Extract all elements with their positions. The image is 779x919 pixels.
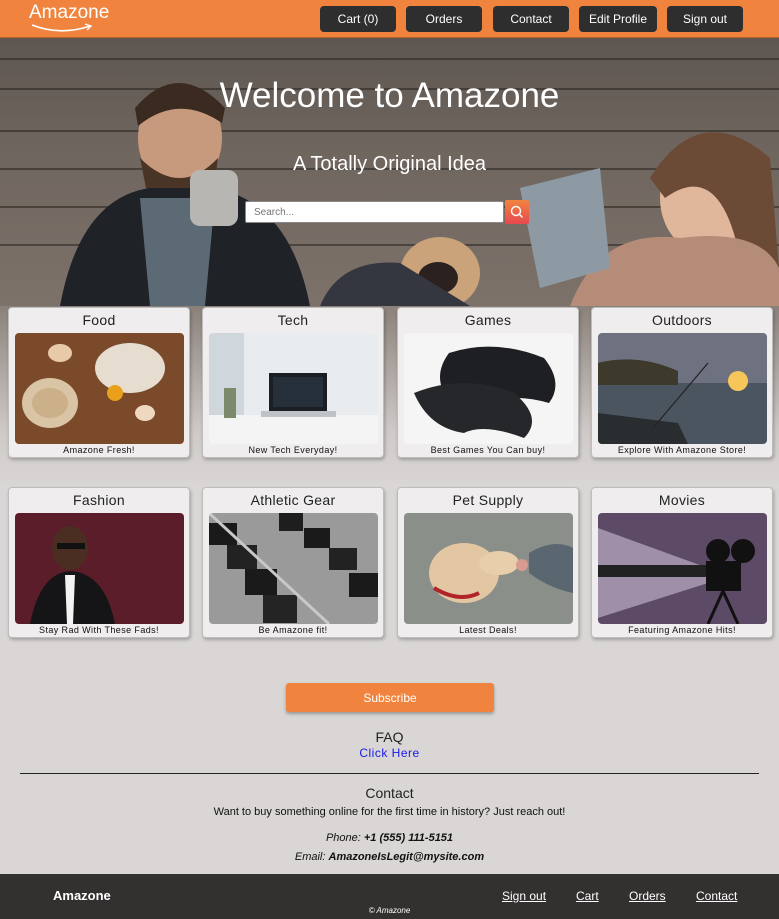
edit-profile-button[interactable]: Edit Profile — [579, 6, 657, 32]
search-icon — [510, 205, 523, 218]
card-caption: Amazone Fresh! — [63, 445, 135, 455]
category-card-food[interactable]: Food Amazone Fresh! — [8, 307, 190, 458]
card-caption: Featuring Amazone Hits! — [628, 625, 736, 635]
search-input[interactable] — [245, 201, 504, 223]
footer-cart-link[interactable]: Cart — [576, 889, 599, 903]
category-card-outdoors[interactable]: Outdoors Explore With Amazone Store! — [591, 307, 773, 458]
orders-button[interactable]: Orders — [406, 6, 482, 32]
faq-link[interactable]: Click Here — [0, 746, 779, 760]
footer-contact-link[interactable]: Contact — [696, 889, 737, 903]
email-address: AmazoneIsLegit@mysite.com — [328, 851, 485, 863]
hero-subtitle: A Totally Original Idea — [292, 153, 487, 175]
tech-image — [209, 333, 378, 444]
footer-orders-link[interactable]: Orders — [629, 889, 666, 903]
card-title: Outdoors — [652, 312, 712, 328]
fashion-image — [15, 513, 184, 624]
search-button[interactable] — [505, 200, 529, 224]
contact-email: Email: AmazoneIsLegit@mysite.com — [0, 851, 779, 863]
food-image — [15, 333, 184, 444]
category-card-athletic-gear[interactable]: Athletic Gear Be Amazone fit! — [202, 487, 384, 638]
hero-banner: Welcome to Amazone A Totally Original Id… — [0, 38, 779, 306]
category-card-tech[interactable]: Tech New Tech Everyday! — [202, 307, 384, 458]
card-caption: Be Amazone fit! — [258, 625, 328, 635]
sign-out-button[interactable]: Sign out — [667, 6, 743, 32]
footer-sign-out-link[interactable]: Sign out — [502, 889, 546, 903]
card-caption: Best Games You Can buy! — [430, 445, 546, 455]
footer: Amazone Sign out Cart Orders Contact © A… — [0, 874, 779, 919]
cart-button[interactable]: Cart (0) — [320, 6, 396, 32]
faq-heading: FAQ — [375, 729, 404, 745]
games-image — [404, 333, 573, 444]
top-navbar: Amazone Cart (0) Orders Contact Edit Pro… — [0, 0, 779, 38]
category-card-movies[interactable]: Movies Featuring Amazone Hits! — [591, 487, 773, 638]
phone-label: Phone: — [325, 832, 364, 844]
contact-heading: Contact — [365, 785, 414, 801]
category-card-games[interactable]: Games Best Games You Can buy! — [397, 307, 579, 458]
email-label: Email: — [294, 851, 329, 863]
card-caption: New Tech Everyday! — [248, 445, 338, 455]
contact-phone: Phone: +1 (555) 111-5151 — [0, 832, 779, 844]
movies-image — [598, 513, 767, 624]
divider — [20, 773, 759, 774]
card-caption: Latest Deals! — [459, 625, 517, 635]
card-caption: Explore With Amazone Store! — [617, 445, 747, 455]
subscribe-button[interactable]: Subscribe — [286, 683, 494, 712]
card-title: Tech — [277, 312, 309, 328]
card-caption: Stay Rad With These Fads! — [39, 625, 159, 635]
footer-copyright: © Amazone — [368, 906, 411, 915]
card-title: Food — [82, 312, 116, 328]
footer-brand: Amazone — [53, 888, 111, 903]
category-card-fashion[interactable]: Fashion Stay Rad With These Fads! — [8, 487, 190, 638]
contact-button[interactable]: Contact — [493, 6, 569, 32]
logo[interactable]: Amazone — [29, 2, 109, 24]
card-title: Fashion — [73, 492, 125, 508]
outdoors-image — [598, 333, 767, 444]
pet-supply-image — [404, 513, 573, 624]
card-title: Pet Supply — [452, 492, 524, 508]
athletic-gear-image — [209, 513, 378, 624]
card-title: Athletic Gear — [250, 492, 336, 508]
contact-text: Want to buy something online for the fir… — [213, 806, 566, 818]
card-title: Games — [464, 312, 512, 328]
category-card-pet-supply[interactable]: Pet Supply Latest Deals! — [397, 487, 579, 638]
hero-title: Welcome to Amazone — [219, 76, 560, 115]
phone-number: +1 (555) 111-5151 — [363, 832, 454, 844]
logo-smile-icon — [31, 23, 93, 32]
card-title: Movies — [658, 492, 706, 508]
